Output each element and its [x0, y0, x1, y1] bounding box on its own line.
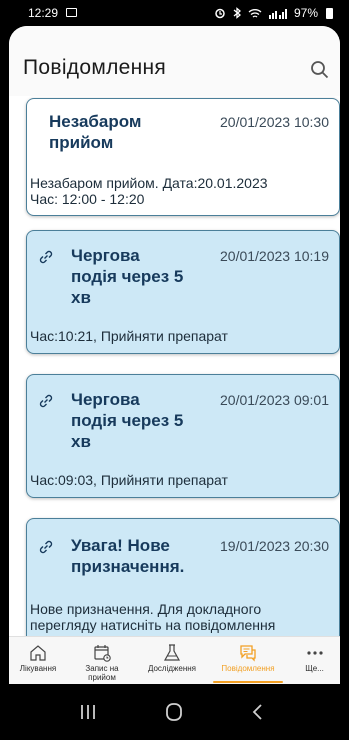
notification-date: 20/01/2023 09:01	[220, 392, 329, 408]
notification-date: 20/01/2023 10:19	[220, 248, 329, 264]
status-bar: 12:29 97%	[0, 0, 349, 26]
chat-icon	[240, 645, 256, 662]
link-icon	[39, 250, 53, 264]
notification-body-line: Час: 12:00 - 12:20	[30, 191, 145, 207]
notification-body-line: Нове призначення. Для докладного	[30, 601, 262, 617]
nav-label: Запис на прийом	[85, 664, 119, 682]
home-button-icon[interactable]	[163, 702, 185, 722]
notification-title-line: Чергова	[71, 390, 140, 409]
nav-label: Ще...	[305, 664, 324, 673]
notification-title-line: Увага! Нове	[71, 536, 170, 555]
notification-title: Незабаром прийом	[49, 111, 142, 153]
notification-body: Нове призначення. Для докладного перегля…	[30, 601, 275, 633]
notification-title-line: прийом	[49, 133, 114, 152]
flask-icon	[163, 644, 181, 661]
nav-item-treatment[interactable]: Лікування	[9, 637, 67, 684]
alarm-icon	[215, 8, 225, 19]
back-icon[interactable]	[247, 702, 269, 722]
nav-label: Дослідження	[147, 664, 197, 673]
battery-percent: 97%	[293, 6, 318, 20]
more-icon	[306, 651, 323, 655]
notification-title: Чергова подія через 5 хв	[71, 245, 183, 308]
notification-title-line: Незабаром	[49, 112, 142, 131]
nav-label: Лікування	[19, 664, 57, 673]
app-screen: Повідомлення Незабаром прийом 20/01/2023…	[9, 26, 340, 684]
notification-title-line: подія через 5	[71, 267, 184, 286]
notification-card[interactable]: Чергова подія через 5 хв 20/01/2023 10:1…	[26, 230, 340, 354]
page-title: Повідомлення	[23, 56, 167, 79]
nav-item-notifications[interactable]: Повідомлення	[207, 637, 289, 684]
notification-title-line: Чергова	[71, 246, 140, 265]
signal-icon	[268, 8, 287, 19]
search-icon[interactable]	[308, 58, 332, 82]
nav-item-research[interactable]: Дослідження	[137, 637, 207, 684]
home-icon	[30, 645, 46, 661]
active-tab-indicator	[213, 681, 283, 683]
notification-date: 19/01/2023 20:30	[220, 538, 329, 554]
notification-body-line: перегляду натисніть на повідомлення	[30, 617, 276, 633]
status-icons: 97%	[214, 6, 333, 20]
notification-title: Чергова подія через 5 хв	[71, 389, 183, 452]
notification-body: Час:09:03, Прийняти препарат	[30, 472, 228, 488]
system-nav-bar	[0, 684, 349, 740]
notification-body-line: Час:10:21, Прийняти препарат	[30, 328, 228, 344]
notification-title-line: хв	[71, 432, 91, 451]
bluetooth-icon	[233, 7, 241, 19]
notification-body: Незабаром прийом. Дата:20.01.2023 Час: 1…	[30, 175, 268, 207]
nav-label: Повідомлення	[221, 664, 275, 673]
notification-body: Час:10:21, Прийняти препарат	[30, 328, 228, 344]
notification-card[interactable]: Увага! Нове призначення. 19/01/2023 20:3…	[26, 518, 340, 636]
notification-title-line: хв	[71, 288, 91, 307]
status-time: 12:29	[28, 6, 59, 20]
nav-item-appointment[interactable]: Запис на прийом	[67, 637, 137, 684]
notification-body-line: Незабаром прийом. Дата:20.01.2023	[30, 175, 268, 191]
notification-title: Увага! Нове призначення.	[71, 535, 184, 577]
nav-item-more[interactable]: Ще...	[289, 637, 340, 684]
link-icon	[39, 394, 53, 408]
bottom-nav: Лікування Запис на прийом Дослідження По…	[9, 636, 340, 684]
notification-card[interactable]: Незабаром прийом 20/01/2023 10:30 Незаба…	[26, 98, 340, 216]
battery-icon	[326, 7, 333, 19]
wifi-icon	[248, 8, 262, 18]
notification-date: 20/01/2023 10:30	[220, 114, 329, 130]
notification-card[interactable]: Чергова подія через 5 хв 20/01/2023 09:0…	[26, 374, 340, 498]
image-notification-icon	[66, 8, 77, 17]
notification-title-line: подія через 5	[71, 411, 184, 430]
notification-title-line: призначення.	[71, 557, 185, 576]
calendar-clock-icon	[94, 645, 111, 662]
notification-body-line: Час:09:03, Прийняти препарат	[30, 472, 228, 488]
notifications-list[interactable]: Незабаром прийом 20/01/2023 10:30 Незаба…	[9, 96, 340, 636]
recent-apps-icon[interactable]	[77, 702, 99, 722]
link-icon	[39, 540, 53, 554]
